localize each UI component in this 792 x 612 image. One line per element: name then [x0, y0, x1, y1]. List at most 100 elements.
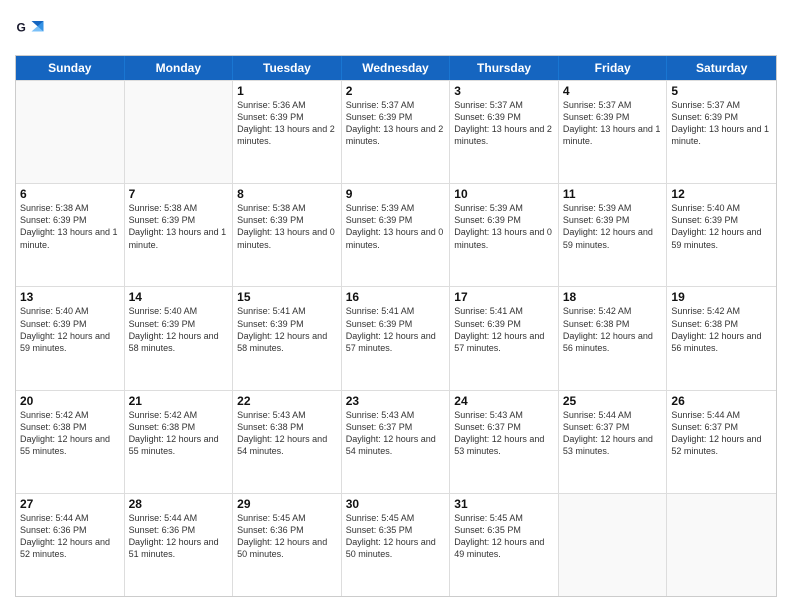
- calendar-week-1: 1Sunrise: 5:36 AM Sunset: 6:39 PM Daylig…: [16, 80, 776, 183]
- calendar-day-26: 26Sunrise: 5:44 AM Sunset: 6:37 PM Dayli…: [667, 391, 776, 493]
- calendar-day-19: 19Sunrise: 5:42 AM Sunset: 6:38 PM Dayli…: [667, 287, 776, 389]
- calendar-day-9: 9Sunrise: 5:39 AM Sunset: 6:39 PM Daylig…: [342, 184, 451, 286]
- day-info: Sunrise: 5:43 AM Sunset: 6:38 PM Dayligh…: [237, 409, 337, 458]
- calendar-day-15: 15Sunrise: 5:41 AM Sunset: 6:39 PM Dayli…: [233, 287, 342, 389]
- day-number: 12: [671, 187, 772, 201]
- calendar-day-29: 29Sunrise: 5:45 AM Sunset: 6:36 PM Dayli…: [233, 494, 342, 596]
- day-number: 13: [20, 290, 120, 304]
- day-number: 16: [346, 290, 446, 304]
- calendar-day-23: 23Sunrise: 5:43 AM Sunset: 6:37 PM Dayli…: [342, 391, 451, 493]
- day-info: Sunrise: 5:44 AM Sunset: 6:36 PM Dayligh…: [20, 512, 120, 561]
- day-info: Sunrise: 5:39 AM Sunset: 6:39 PM Dayligh…: [346, 202, 446, 251]
- header-day-wednesday: Wednesday: [342, 56, 451, 80]
- calendar-week-5: 27Sunrise: 5:44 AM Sunset: 6:36 PM Dayli…: [16, 493, 776, 596]
- page-header: G: [15, 15, 777, 45]
- day-number: 3: [454, 84, 554, 98]
- day-number: 30: [346, 497, 446, 511]
- day-number: 5: [671, 84, 772, 98]
- day-info: Sunrise: 5:43 AM Sunset: 6:37 PM Dayligh…: [454, 409, 554, 458]
- day-number: 28: [129, 497, 229, 511]
- calendar-day-8: 8Sunrise: 5:38 AM Sunset: 6:39 PM Daylig…: [233, 184, 342, 286]
- day-info: Sunrise: 5:42 AM Sunset: 6:38 PM Dayligh…: [671, 305, 772, 354]
- header-day-sunday: Sunday: [16, 56, 125, 80]
- day-number: 11: [563, 187, 663, 201]
- calendar-day-11: 11Sunrise: 5:39 AM Sunset: 6:39 PM Dayli…: [559, 184, 668, 286]
- day-number: 26: [671, 394, 772, 408]
- day-number: 4: [563, 84, 663, 98]
- calendar-day-16: 16Sunrise: 5:41 AM Sunset: 6:39 PM Dayli…: [342, 287, 451, 389]
- calendar-day-30: 30Sunrise: 5:45 AM Sunset: 6:35 PM Dayli…: [342, 494, 451, 596]
- logo-icon: G: [15, 15, 45, 45]
- calendar-day-empty: [667, 494, 776, 596]
- day-number: 25: [563, 394, 663, 408]
- day-info: Sunrise: 5:37 AM Sunset: 6:39 PM Dayligh…: [671, 99, 772, 148]
- day-number: 14: [129, 290, 229, 304]
- calendar-day-31: 31Sunrise: 5:45 AM Sunset: 6:35 PM Dayli…: [450, 494, 559, 596]
- day-info: Sunrise: 5:41 AM Sunset: 6:39 PM Dayligh…: [346, 305, 446, 354]
- day-info: Sunrise: 5:38 AM Sunset: 6:39 PM Dayligh…: [237, 202, 337, 251]
- day-number: 10: [454, 187, 554, 201]
- calendar-day-12: 12Sunrise: 5:40 AM Sunset: 6:39 PM Dayli…: [667, 184, 776, 286]
- calendar-day-7: 7Sunrise: 5:38 AM Sunset: 6:39 PM Daylig…: [125, 184, 234, 286]
- day-number: 18: [563, 290, 663, 304]
- logo: G: [15, 15, 47, 45]
- day-info: Sunrise: 5:38 AM Sunset: 6:39 PM Dayligh…: [20, 202, 120, 251]
- day-info: Sunrise: 5:45 AM Sunset: 6:35 PM Dayligh…: [346, 512, 446, 561]
- day-number: 24: [454, 394, 554, 408]
- day-info: Sunrise: 5:44 AM Sunset: 6:37 PM Dayligh…: [671, 409, 772, 458]
- day-info: Sunrise: 5:42 AM Sunset: 6:38 PM Dayligh…: [129, 409, 229, 458]
- day-info: Sunrise: 5:43 AM Sunset: 6:37 PM Dayligh…: [346, 409, 446, 458]
- day-number: 21: [129, 394, 229, 408]
- day-info: Sunrise: 5:37 AM Sunset: 6:39 PM Dayligh…: [346, 99, 446, 148]
- day-number: 27: [20, 497, 120, 511]
- calendar-day-1: 1Sunrise: 5:36 AM Sunset: 6:39 PM Daylig…: [233, 81, 342, 183]
- day-info: Sunrise: 5:40 AM Sunset: 6:39 PM Dayligh…: [20, 305, 120, 354]
- calendar-day-4: 4Sunrise: 5:37 AM Sunset: 6:39 PM Daylig…: [559, 81, 668, 183]
- day-info: Sunrise: 5:42 AM Sunset: 6:38 PM Dayligh…: [563, 305, 663, 354]
- header-day-saturday: Saturday: [667, 56, 776, 80]
- calendar-day-28: 28Sunrise: 5:44 AM Sunset: 6:36 PM Dayli…: [125, 494, 234, 596]
- day-number: 6: [20, 187, 120, 201]
- calendar-day-14: 14Sunrise: 5:40 AM Sunset: 6:39 PM Dayli…: [125, 287, 234, 389]
- calendar-day-6: 6Sunrise: 5:38 AM Sunset: 6:39 PM Daylig…: [16, 184, 125, 286]
- calendar-day-24: 24Sunrise: 5:43 AM Sunset: 6:37 PM Dayli…: [450, 391, 559, 493]
- calendar: SundayMondayTuesdayWednesdayThursdayFrid…: [15, 55, 777, 597]
- day-info: Sunrise: 5:41 AM Sunset: 6:39 PM Dayligh…: [237, 305, 337, 354]
- calendar-header: SundayMondayTuesdayWednesdayThursdayFrid…: [16, 56, 776, 80]
- calendar-body: 1Sunrise: 5:36 AM Sunset: 6:39 PM Daylig…: [16, 80, 776, 596]
- calendar-day-13: 13Sunrise: 5:40 AM Sunset: 6:39 PM Dayli…: [16, 287, 125, 389]
- day-number: 20: [20, 394, 120, 408]
- day-info: Sunrise: 5:40 AM Sunset: 6:39 PM Dayligh…: [129, 305, 229, 354]
- header-day-thursday: Thursday: [450, 56, 559, 80]
- day-info: Sunrise: 5:39 AM Sunset: 6:39 PM Dayligh…: [454, 202, 554, 251]
- calendar-day-empty: [125, 81, 234, 183]
- day-info: Sunrise: 5:39 AM Sunset: 6:39 PM Dayligh…: [563, 202, 663, 251]
- calendar-day-5: 5Sunrise: 5:37 AM Sunset: 6:39 PM Daylig…: [667, 81, 776, 183]
- calendar-day-empty: [559, 494, 668, 596]
- calendar-day-20: 20Sunrise: 5:42 AM Sunset: 6:38 PM Dayli…: [16, 391, 125, 493]
- calendar-week-2: 6Sunrise: 5:38 AM Sunset: 6:39 PM Daylig…: [16, 183, 776, 286]
- day-number: 31: [454, 497, 554, 511]
- day-info: Sunrise: 5:36 AM Sunset: 6:39 PM Dayligh…: [237, 99, 337, 148]
- day-info: Sunrise: 5:41 AM Sunset: 6:39 PM Dayligh…: [454, 305, 554, 354]
- day-info: Sunrise: 5:44 AM Sunset: 6:37 PM Dayligh…: [563, 409, 663, 458]
- calendar-day-25: 25Sunrise: 5:44 AM Sunset: 6:37 PM Dayli…: [559, 391, 668, 493]
- day-info: Sunrise: 5:40 AM Sunset: 6:39 PM Dayligh…: [671, 202, 772, 251]
- calendar-day-27: 27Sunrise: 5:44 AM Sunset: 6:36 PM Dayli…: [16, 494, 125, 596]
- calendar-day-3: 3Sunrise: 5:37 AM Sunset: 6:39 PM Daylig…: [450, 81, 559, 183]
- day-number: 23: [346, 394, 446, 408]
- day-number: 17: [454, 290, 554, 304]
- day-number: 2: [346, 84, 446, 98]
- calendar-day-2: 2Sunrise: 5:37 AM Sunset: 6:39 PM Daylig…: [342, 81, 451, 183]
- day-info: Sunrise: 5:37 AM Sunset: 6:39 PM Dayligh…: [563, 99, 663, 148]
- day-info: Sunrise: 5:37 AM Sunset: 6:39 PM Dayligh…: [454, 99, 554, 148]
- day-number: 1: [237, 84, 337, 98]
- calendar-day-17: 17Sunrise: 5:41 AM Sunset: 6:39 PM Dayli…: [450, 287, 559, 389]
- header-day-monday: Monday: [125, 56, 234, 80]
- calendar-day-18: 18Sunrise: 5:42 AM Sunset: 6:38 PM Dayli…: [559, 287, 668, 389]
- calendar-day-21: 21Sunrise: 5:42 AM Sunset: 6:38 PM Dayli…: [125, 391, 234, 493]
- day-number: 19: [671, 290, 772, 304]
- calendar-day-empty: [16, 81, 125, 183]
- day-number: 9: [346, 187, 446, 201]
- day-info: Sunrise: 5:45 AM Sunset: 6:36 PM Dayligh…: [237, 512, 337, 561]
